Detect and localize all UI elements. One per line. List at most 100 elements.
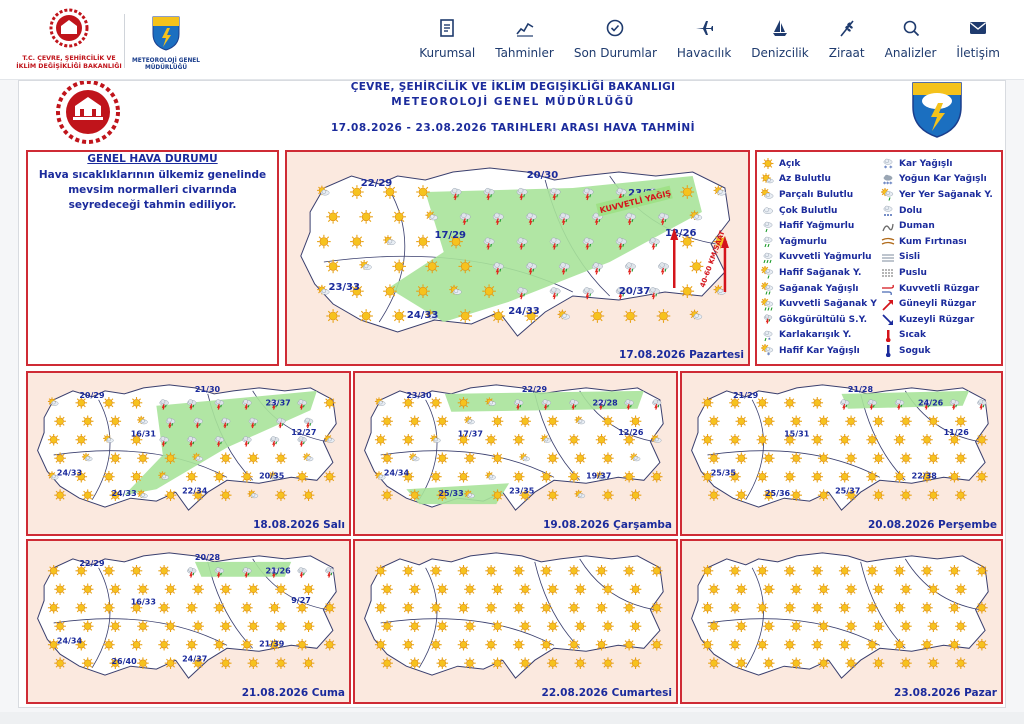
sun-icon [838,638,851,651]
sun-icon [317,234,331,249]
sun-icon [927,583,940,596]
forecast-map-day-5[interactable]: 22/29 20/28 21/26 16/33 9/27 24/34 26/40 24/37 2… [26,539,351,704]
sun-icon [383,284,397,298]
general-weather-box: GENEL HAVA DURUMU Hava sıcaklıklarının ü… [26,150,279,366]
sun-icon [137,620,149,633]
nav-denizcilik[interactable]: Denizcilik [741,18,818,68]
svg-text:*: * [768,337,771,342]
forecast-map-day-4[interactable]: 21/29 21/28 24/26 15/31 11/26 25/35 25/36 25/37… [680,371,1003,536]
scattered-shower-icon [881,188,894,202]
nav-son-durumlar[interactable]: Son Durumlar [564,18,667,68]
ministry-logo[interactable]: T.C. ÇEVRE, ŞEHİRCİLİK VE İKLİM DEĞİŞİKL… [14,8,124,74]
sun-icon [457,470,470,483]
sun-icon [323,397,336,409]
sun-icon [900,489,912,501]
sun-icon [756,601,769,614]
temperature-label: 22/29 [522,385,548,394]
mgm-logo[interactable]: METEOROLOJİ GENEL MÜDÜRLÜĞÜ [128,14,204,76]
sun-cloud-icon [761,173,774,184]
cold-thermometer-icon [885,345,891,358]
forecast-map-day-6[interactable]: 22.08.2026 Cumartesi [353,539,678,704]
top-navigation-bar: T.C. ÇEVRE, ŞEHİRCİLİK VE İKLİM DEĞİŞİKL… [0,0,1024,80]
legend-label: Kuvvetli Sağanak Y [779,299,877,310]
sun-icon [790,620,802,633]
legend-label: Duman [899,221,935,232]
legend-label: Kuvvetli Yağmurlu [779,252,872,263]
sun-icon [784,601,796,614]
sun-icon [54,583,66,596]
nav-iletisim[interactable]: İletişim [946,18,1010,68]
temperature-label: 25/33 [438,489,463,498]
sun-icon [838,565,851,577]
sun-icon [402,638,415,651]
nav-analizler[interactable]: Analizler [875,18,947,68]
cloud-icon [543,437,552,443]
rain-icon [763,236,773,248]
nav-tahminler[interactable]: Tahminler [485,18,564,68]
svg-text:***: *** [883,181,893,186]
forecast-map-day-3[interactable]: 23/30 22/29 22/28 17/37 12/26 24/34 25/33 23/35… [353,371,678,536]
sun-icon [893,470,906,483]
sun-icon [81,657,94,669]
sun-icon [629,620,642,633]
cloud-icon [764,269,774,275]
sun-icon [103,638,115,651]
turkey-map: 23/30 22/29 22/28 17/37 12/26 24/34 25/33 23/35… [364,384,664,511]
sun-icon [817,657,830,669]
sun-icon [784,638,796,651]
sun-icon [762,415,775,428]
sun-icon [574,583,587,596]
sun-icon [103,397,115,409]
sun-icon [164,657,177,669]
sun-icon [374,601,387,614]
sun-icon [241,470,253,483]
sun-icon [623,638,635,651]
sun-icon [512,601,525,614]
forecast-map-day-7[interactable]: 23.08.2026 Pazar [680,539,1003,704]
nav-havacilik[interactable]: Havacılık [667,18,741,68]
sun-icon [976,601,988,614]
forecast-map-day-2[interactable]: 20/29 21/30 23/37 16/31 12/27 24/33 24/33 22/34… [26,371,351,536]
sun-icon [436,620,449,633]
temperature-label: 24/34 [57,636,83,645]
sun-icon [756,397,769,409]
sun-icon [185,470,198,483]
sun-icon [464,620,476,633]
sun-icon [519,620,531,633]
sun-icon [872,415,885,428]
temperature-label: 21/39 [259,639,285,648]
legend-label: Kuzeyli Rüzgar [899,314,975,325]
legend-label: Hafif Sağanak Y. [779,267,862,278]
temperature-label: 16/31 [131,430,157,439]
legend-item: Duman [881,218,1003,234]
sun-icon [491,415,504,428]
sun-icon [762,620,775,633]
sun-icon [708,583,720,596]
sun-icon [75,601,88,614]
legend-item: * Karlakarışık Y. [761,328,883,344]
sun-icon [650,601,663,614]
forecast-map-day-1[interactable]: 22/2920/3023/2717/2912/2623/3324/3324/33… [285,150,750,366]
legend-item: Hafif Yağmurlu [761,218,883,234]
sun-icon [302,489,315,501]
sun-icon [756,565,769,577]
nav-ziraat[interactable]: Ziraat [819,18,875,68]
sun-icon [81,489,94,501]
sun-icon [219,452,232,465]
sun-icon [213,601,226,614]
sun-icon [381,657,393,669]
sun-icon [485,601,497,614]
legend-item: Az Bulutlu [761,172,883,188]
temperature-label: 17/37 [458,430,483,439]
nav-kurumsal[interactable]: Kurumsal [409,18,485,68]
sun-icon [784,470,796,483]
temperature-label: 26/40 [111,657,137,666]
legend-item: Parçalı Bulutlu [761,187,883,203]
sun-icon [408,489,421,501]
sun-icon [872,657,885,669]
temperature-label: 12/26 [618,428,644,437]
sun-icon [872,452,885,465]
map-date-label: 22.08.2026 Cumartesi [541,687,672,699]
sun-icon [595,601,608,614]
cloud-icon [411,456,420,462]
